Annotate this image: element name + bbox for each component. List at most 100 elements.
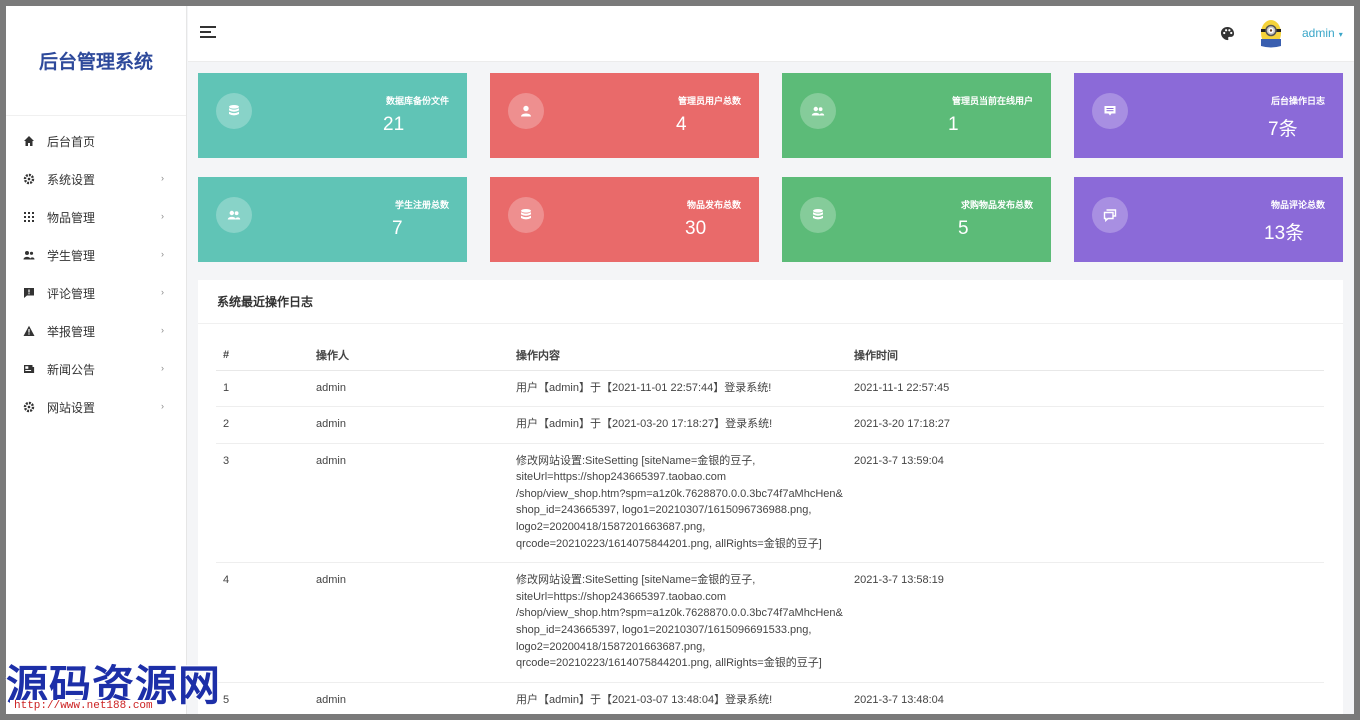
panel-title: 系统最近操作日志 xyxy=(198,280,1343,324)
gear-icon xyxy=(23,401,35,413)
chevron-right-icon: › xyxy=(161,173,164,183)
row-user: admin xyxy=(309,406,509,444)
column-header: 操作人 xyxy=(309,340,509,371)
stat-card-goods-comments[interactable]: 物品评论总数 13条 xyxy=(1074,177,1343,262)
palette-icon[interactable] xyxy=(1220,26,1235,46)
sidebar-item-site-settings[interactable]: 网站设置 › xyxy=(6,388,186,426)
table-row: 4 admin 修改网站设置:SiteSetting [siteName=金银的… xyxy=(216,562,1324,683)
stat-label: 物品评论总数 xyxy=(1270,200,1325,210)
stat-card-wanted-goods[interactable]: 求购物品发布总数 5 xyxy=(782,177,1051,262)
stat-label: 学生注册总数 xyxy=(394,200,449,210)
app-window: 后台管理系统 后台首页 系统设置 › 物品管理 › 学生管理 › 评论管理 › … xyxy=(6,6,1354,714)
row-time: 2021-3-7 13:48:04 xyxy=(847,682,1324,714)
gear-icon xyxy=(23,173,35,185)
stat-label: 后台操作日志 xyxy=(1270,96,1325,106)
row-content: 修改网站设置:SiteSetting [siteName=金银的豆子, site… xyxy=(509,443,847,564)
table-row: 5 admin 用户【admin】于【2021-03-07 13:48:04】登… xyxy=(216,682,1324,714)
chevron-right-icon: › xyxy=(161,211,164,221)
grid-icon xyxy=(23,211,35,223)
sidebar-item-label: 新闻公告 xyxy=(47,362,96,377)
sidebar: 后台管理系统 后台首页 系统设置 › 物品管理 › 学生管理 › 评论管理 › … xyxy=(6,6,187,714)
stat-card-goods-posted[interactable]: 物品发布总数 30 xyxy=(490,177,759,262)
users-icon xyxy=(800,93,836,129)
row-time: 2021-3-20 17:18:27 xyxy=(847,406,1324,444)
sidebar-menu: 后台首页 系统设置 › 物品管理 › 学生管理 › 评论管理 › 举报管理 › … xyxy=(6,122,186,426)
stat-value: 21 xyxy=(383,114,405,135)
stat-value: 30 xyxy=(685,218,707,239)
stat-value: 13条 xyxy=(1264,223,1305,244)
sidebar-item-system-settings[interactable]: 系统设置 › xyxy=(6,160,186,198)
row-id: 1 xyxy=(216,370,309,408)
comments-icon xyxy=(1092,197,1128,233)
sidebar-item-news[interactable]: 新闻公告 › xyxy=(6,350,186,388)
user-menu[interactable]: admin ▾ xyxy=(1302,26,1343,40)
stat-label: 物品发布总数 xyxy=(686,200,741,210)
chevron-right-icon: › xyxy=(161,363,164,373)
stat-card-db-backups[interactable]: 数据库备份文件 21 xyxy=(198,73,467,158)
row-user: admin xyxy=(309,562,509,683)
stat-value: 5 xyxy=(958,218,969,239)
sidebar-item-label: 物品管理 xyxy=(47,210,96,225)
table-header-row: # 操作人 操作内容 操作时间 xyxy=(216,340,1324,371)
sidebar-item-goods[interactable]: 物品管理 › xyxy=(6,198,186,236)
menu-toggle-icon[interactable] xyxy=(200,26,216,40)
brand-title: 后台管理系统 xyxy=(6,6,186,116)
column-header: # xyxy=(216,340,309,371)
stat-card-operation-logs[interactable]: 后台操作日志 7条 xyxy=(1074,73,1343,158)
stat-label: 管理员用户总数 xyxy=(677,96,741,106)
stat-label: 求购物品发布总数 xyxy=(960,200,1033,210)
table-row: 2 admin 用户【admin】于【2021-03-20 17:18:27】登… xyxy=(216,406,1324,444)
row-time: 2021-3-7 13:58:19 xyxy=(847,562,1324,683)
sidebar-item-home[interactable]: 后台首页 xyxy=(6,122,186,160)
sidebar-item-label: 评论管理 xyxy=(47,286,96,301)
stat-label: 管理员当前在线用户 xyxy=(951,96,1033,106)
row-content: 修改网站设置:SiteSetting [siteName=金银的豆子, site… xyxy=(509,562,847,683)
sidebar-item-label: 系统设置 xyxy=(47,172,96,187)
stat-label: 数据库备份文件 xyxy=(385,96,449,106)
watermark-url: http://www.net188.com xyxy=(10,700,157,712)
column-header: 操作内容 xyxy=(509,340,847,371)
table-row: 1 admin 用户【admin】于【2021-11-01 22:57:44】登… xyxy=(216,370,1324,408)
sidebar-item-label: 后台首页 xyxy=(47,134,96,149)
stat-card-online-admins[interactable]: 管理员当前在线用户 1 xyxy=(782,73,1051,158)
stat-value: 7条 xyxy=(1268,119,1298,140)
avatar[interactable] xyxy=(1258,19,1284,49)
user-icon xyxy=(508,93,544,129)
row-user: admin xyxy=(309,443,509,564)
warning-icon xyxy=(23,325,35,337)
sidebar-item-reports[interactable]: 举报管理 › xyxy=(6,312,186,350)
sidebar-item-students[interactable]: 学生管理 › xyxy=(6,236,186,274)
topbar: admin ▾ xyxy=(188,6,1354,62)
database-icon xyxy=(508,197,544,233)
users-icon xyxy=(23,249,35,261)
row-content: 用户【admin】于【2021-03-07 13:48:04】登录系统! xyxy=(509,682,847,714)
user-name: admin xyxy=(1302,26,1335,40)
message-icon xyxy=(1092,93,1128,129)
row-id: 2 xyxy=(216,406,309,444)
table-row: 3 admin 修改网站设置:SiteSetting [siteName=金银的… xyxy=(216,443,1324,564)
chevron-right-icon: › xyxy=(161,325,164,335)
row-content: 用户【admin】于【2021-03-20 17:18:27】登录系统! xyxy=(509,406,847,444)
row-content: 用户【admin】于【2021-11-01 22:57:44】登录系统! xyxy=(509,370,847,408)
chevron-right-icon: › xyxy=(161,287,164,297)
stat-card-admin-users[interactable]: 管理员用户总数 4 xyxy=(490,73,759,158)
stat-card-student-registrations[interactable]: 学生注册总数 7 xyxy=(198,177,467,262)
row-id: 4 xyxy=(216,562,309,683)
database-icon xyxy=(216,93,252,129)
operation-log-panel: 系统最近操作日志 # 操作人 操作内容 操作时间 1 admin 用户【admi… xyxy=(198,280,1343,714)
home-icon xyxy=(23,135,35,147)
news-icon xyxy=(23,363,35,375)
chevron-right-icon: › xyxy=(161,401,164,411)
sidebar-item-comments[interactable]: 评论管理 › xyxy=(6,274,186,312)
sidebar-item-label: 网站设置 xyxy=(47,400,96,415)
chevron-right-icon: › xyxy=(161,249,164,259)
row-id: 5 xyxy=(216,682,309,714)
row-user: admin xyxy=(309,682,509,714)
operation-log-table: # 操作人 操作内容 操作时间 1 admin 用户【admin】于【2021-… xyxy=(216,340,1324,714)
row-time: 2021-3-7 13:59:04 xyxy=(847,443,1324,564)
database-icon xyxy=(800,197,836,233)
row-time: 2021-11-1 22:57:45 xyxy=(847,370,1324,408)
row-user: admin xyxy=(309,370,509,408)
users-icon xyxy=(216,197,252,233)
stat-value: 1 xyxy=(948,114,959,135)
